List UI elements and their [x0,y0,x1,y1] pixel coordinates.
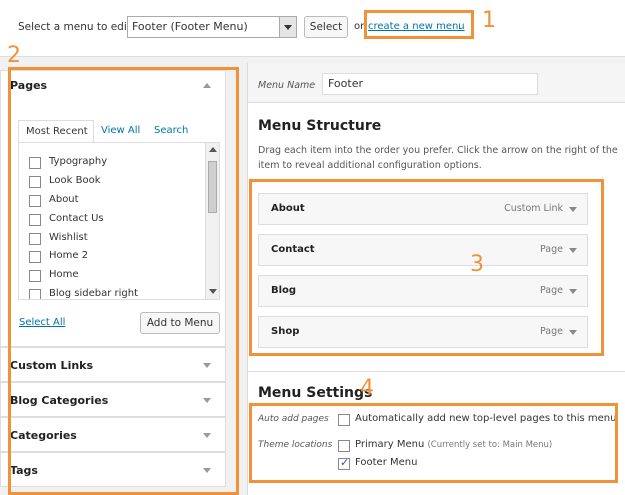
annotation-box-2 [8,67,239,495]
annotation-number-1: 1 [482,8,496,33]
annotation-box-4 [249,403,618,483]
menu-select-dropdown[interactable]: Footer (Footer Menu) [127,16,297,38]
menu-settings-title: Menu Settings [258,385,373,401]
annotation-number-2: 2 [7,43,21,68]
annotation-number-4: 4 [360,376,374,401]
dropdown-arrow-icon[interactable] [279,17,296,37]
menu-structure-description: Drag each item into the order you prefer… [258,145,618,171]
annotation-number-3: 3 [470,252,484,277]
menu-select-value: Footer (Footer Menu) [132,20,248,33]
menu-select-bar: Select a menu to edit: Footer (Footer Me… [0,0,625,57]
annotation-box-1 [364,10,474,39]
menu-name-bar: Menu Name Footer [248,63,625,103]
select-menu-label: Select a menu to edit: [18,21,135,33]
section-divider [248,371,625,372]
menu-name-input[interactable]: Footer [322,73,538,95]
menu-structure-title: Menu Structure [258,118,382,134]
or-text: or [354,21,365,32]
select-button[interactable]: Select [304,16,348,38]
annotation-box-3 [249,179,604,356]
menu-name-label: Menu Name [258,80,316,91]
